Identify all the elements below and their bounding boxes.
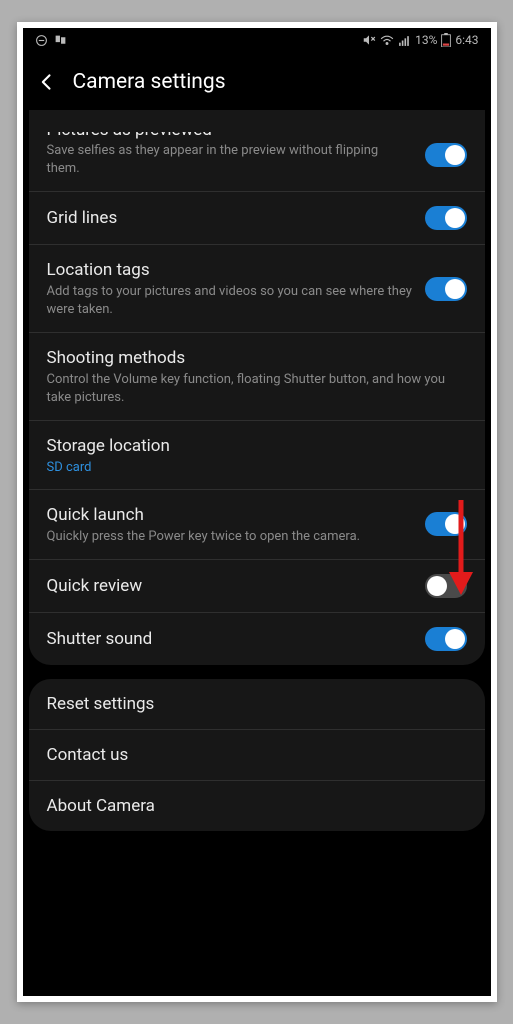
setting-title: Grid lines	[47, 207, 415, 229]
setting-shooting-methods[interactable]: Shooting methods Control the Volume key …	[29, 333, 485, 421]
chevron-left-icon	[37, 72, 57, 92]
toggle-location-tags[interactable]	[425, 277, 467, 301]
footer-panel: Reset settings Contact us About Camera	[29, 679, 485, 831]
setting-shutter-sound[interactable]: Shutter sound	[29, 613, 485, 665]
status-bar: 13% 6:43	[23, 28, 491, 52]
menu-label: Contact us	[47, 744, 457, 766]
setting-quick-review[interactable]: Quick review	[29, 560, 485, 613]
toggle-pictures-as-previewed[interactable]	[425, 143, 467, 167]
back-button[interactable]	[37, 72, 57, 92]
setting-location-tags[interactable]: Location tags Add tags to your pictures …	[29, 245, 485, 333]
setting-value: SD card	[47, 460, 457, 475]
page-title: Camera settings	[73, 70, 226, 94]
toggle-quick-launch[interactable]	[425, 512, 467, 536]
menu-about-camera[interactable]: About Camera	[29, 781, 485, 831]
toggle-grid-lines[interactable]	[425, 206, 467, 230]
toggle-quick-review[interactable]	[425, 574, 467, 598]
mute-icon	[362, 33, 376, 47]
setting-title: Storage location	[47, 435, 457, 457]
setting-title: Shooting methods	[47, 347, 457, 369]
screen: 13% 6:43 Camera settings Pictures as pre…	[23, 28, 491, 996]
windows-icon	[54, 34, 67, 47]
wifi-icon	[380, 33, 394, 47]
menu-reset-settings[interactable]: Reset settings	[29, 679, 485, 730]
menu-label: About Camera	[47, 795, 457, 817]
setting-grid-lines[interactable]: Grid lines	[29, 192, 485, 245]
setting-title: Quick review	[47, 575, 415, 597]
setting-title: Shutter sound	[47, 628, 415, 650]
setting-quick-launch[interactable]: Quick launch Quickly press the Power key…	[29, 490, 485, 561]
settings-panel: Pictures as previewed Save selfies as th…	[29, 110, 485, 665]
signal-icon	[398, 34, 411, 47]
setting-title: Quick launch	[47, 504, 415, 526]
battery-percent: 13%	[415, 33, 437, 47]
dnd-icon	[35, 34, 48, 47]
setting-subtitle: Control the Volume key function, floatin…	[47, 371, 457, 406]
setting-subtitle: Add tags to your pictures and videos so …	[47, 283, 415, 318]
menu-contact-us[interactable]: Contact us	[29, 730, 485, 781]
setting-title: Location tags	[47, 259, 415, 281]
battery-icon	[441, 33, 451, 47]
setting-title: Pictures as previewed	[47, 132, 415, 140]
header: Camera settings	[23, 52, 491, 118]
setting-subtitle: Quickly press the Power key twice to ope…	[47, 528, 415, 546]
menu-label: Reset settings	[47, 693, 457, 715]
setting-pictures-as-previewed[interactable]: Pictures as previewed Save selfies as th…	[29, 118, 485, 192]
clock: 6:43	[455, 33, 478, 47]
setting-subtitle: Save selfies as they appear in the previ…	[47, 142, 415, 177]
setting-storage-location[interactable]: Storage location SD card	[29, 421, 485, 489]
toggle-shutter-sound[interactable]	[425, 627, 467, 651]
device-frame: 13% 6:43 Camera settings Pictures as pre…	[17, 22, 497, 1002]
